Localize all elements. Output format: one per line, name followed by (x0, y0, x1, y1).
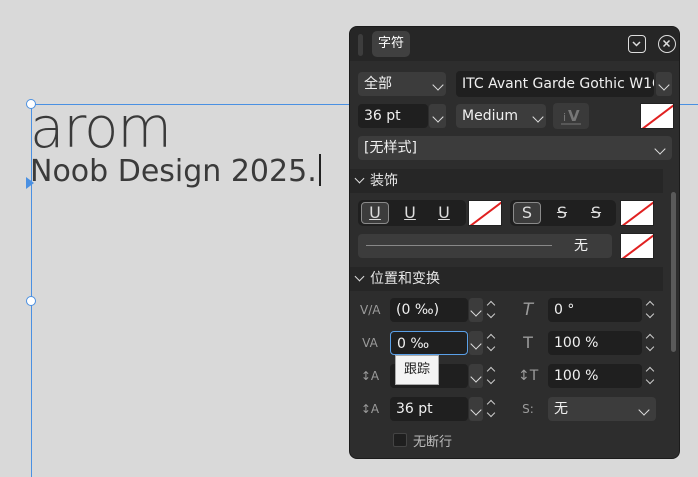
tracking-tooltip: 跟踪 (395, 355, 439, 385)
canvas-text-line2[interactable]: Noob Design 2025. (30, 154, 321, 189)
panel-header: 字符 (350, 27, 679, 61)
strikethrough-double-button[interactable]: S (582, 202, 610, 224)
font-family-value: ITC Avant Garde Gothic W1G (462, 76, 654, 92)
svg-text:i: i (563, 111, 566, 124)
collapse-panel-icon[interactable] (628, 35, 646, 53)
chevron-down-icon (432, 79, 444, 91)
language-value: 全部 (364, 76, 392, 92)
chevron-down-icon (470, 338, 482, 350)
section-decorations-title: 装饰 (370, 173, 398, 189)
strikethrough-button[interactable]: S (548, 202, 576, 224)
baseline-shift-icon: ↕A (360, 369, 380, 383)
kerning-value: (0 ‰) (396, 302, 440, 318)
skew-stepper-icon[interactable] (644, 298, 656, 322)
tracking-stepper-icon[interactable] (485, 331, 497, 355)
leading-dropdown-button[interactable] (469, 397, 483, 421)
font-size-dropdown-button[interactable] (429, 104, 446, 128)
text-fill-color-swatch[interactable] (640, 103, 674, 129)
chevron-down-icon (354, 271, 365, 282)
canvas-text-line2-content[interactable]: Noob Design 2025. (30, 154, 317, 189)
font-family-dropdown-button[interactable] (656, 72, 672, 96)
leading-icon: ↕A (360, 402, 380, 416)
tab-character[interactable]: 字符 (372, 31, 410, 57)
strike-none-button[interactable]: S (513, 202, 541, 224)
chevron-down-icon (638, 404, 650, 416)
frame-handle-left-middle[interactable] (26, 296, 36, 306)
kerning-dropdown-button[interactable] (469, 298, 483, 322)
skew-icon: T (522, 300, 534, 320)
baseline-shift-dropdown-button[interactable] (469, 364, 483, 388)
leading-value: 36 pt (396, 401, 433, 417)
language-select[interactable]: 全部 (358, 72, 446, 96)
skew-value: 0 ° (554, 302, 575, 318)
canvas-text-line1[interactable]: arom (30, 96, 172, 161)
chevron-down-icon (470, 404, 482, 416)
text-caret (318, 154, 321, 186)
kerning-input[interactable]: (0 ‰) (390, 298, 468, 322)
leading-stepper-icon[interactable] (485, 397, 497, 421)
kerning-icon: V/A (360, 303, 381, 317)
horizontal-scale-input[interactable]: 100 % (548, 364, 642, 388)
outline-style-value: 无 (574, 238, 588, 254)
font-size-input[interactable]: 36 pt (358, 104, 428, 128)
section-position-transform[interactable]: 位置和变换 (350, 267, 663, 291)
horizontal-scale-value: 100 % (554, 368, 599, 384)
tracking-icon: VA (362, 336, 378, 350)
kerning-stepper-icon[interactable] (485, 298, 497, 322)
strike-button-group: S S S (510, 200, 616, 226)
font-size-value: 36 pt (364, 108, 401, 124)
chevron-down-icon (432, 111, 444, 123)
text-style-select[interactable]: [无样式] (358, 136, 672, 160)
chevron-down-icon (470, 371, 482, 383)
section-position-title: 位置和变换 (370, 271, 440, 287)
drag-grip-icon[interactable] (358, 34, 363, 56)
outline-style-select[interactable]: 无 (358, 234, 612, 258)
baseline-icon: S: (522, 402, 534, 416)
underline-color-swatch[interactable] (468, 200, 502, 226)
baseline-value: 无 (554, 401, 568, 417)
outline-color-swatch[interactable] (620, 233, 654, 259)
baseline-select[interactable]: 无 (548, 397, 656, 421)
skew-input[interactable]: 0 ° (548, 298, 642, 322)
underline-thick-button[interactable]: U (430, 202, 458, 224)
font-variants-icon: i V (561, 107, 581, 125)
strike-color-swatch[interactable] (620, 200, 654, 226)
underline-button-group: U U U (358, 200, 466, 226)
character-panel: 字符 全部 ITC Avant Garde Gothic W1G 36 pt M… (349, 26, 680, 459)
svg-text:V: V (568, 107, 580, 125)
tracking-input[interactable]: 0 ‰ (390, 331, 468, 355)
font-family-input[interactable]: ITC Avant Garde Gothic W1G (456, 71, 654, 97)
no-break-label: 无断行 (413, 435, 453, 450)
font-variants-button[interactable]: i V (553, 103, 589, 129)
underline-double-button[interactable]: U (396, 202, 424, 224)
section-decorations[interactable]: 装饰 (350, 169, 663, 193)
vertical-scale-input[interactable]: 100 % (548, 331, 642, 355)
outline-line-icon (366, 245, 552, 246)
chevron-down-icon (658, 79, 670, 91)
font-weight-value: Medium (462, 108, 518, 124)
chevron-down-icon (532, 111, 544, 123)
baseline-shift-stepper-icon[interactable] (485, 364, 497, 388)
horizontal-scale-stepper-icon[interactable] (644, 364, 656, 388)
tracking-dropdown-button[interactable] (469, 331, 483, 355)
chevron-down-icon (470, 305, 482, 317)
underline-single-button[interactable]: U (361, 202, 389, 224)
vertical-scale-value: 100 % (554, 335, 599, 351)
chevron-down-icon (654, 143, 666, 155)
vertical-scale-stepper-icon[interactable] (644, 331, 656, 355)
text-style-value: [无样式] (364, 140, 417, 156)
horizontal-scale-icon: ↕T (518, 368, 539, 384)
no-break-checkbox[interactable] (393, 433, 407, 447)
vertical-scale-icon: T (523, 333, 533, 352)
tracking-value: 0 ‰ (397, 336, 430, 352)
close-icon[interactable] (658, 35, 676, 53)
chevron-down-icon (354, 173, 365, 184)
font-weight-select[interactable]: Medium (456, 104, 546, 128)
leading-input[interactable]: 36 pt (390, 397, 468, 421)
panel-scrollbar[interactable] (671, 192, 676, 352)
